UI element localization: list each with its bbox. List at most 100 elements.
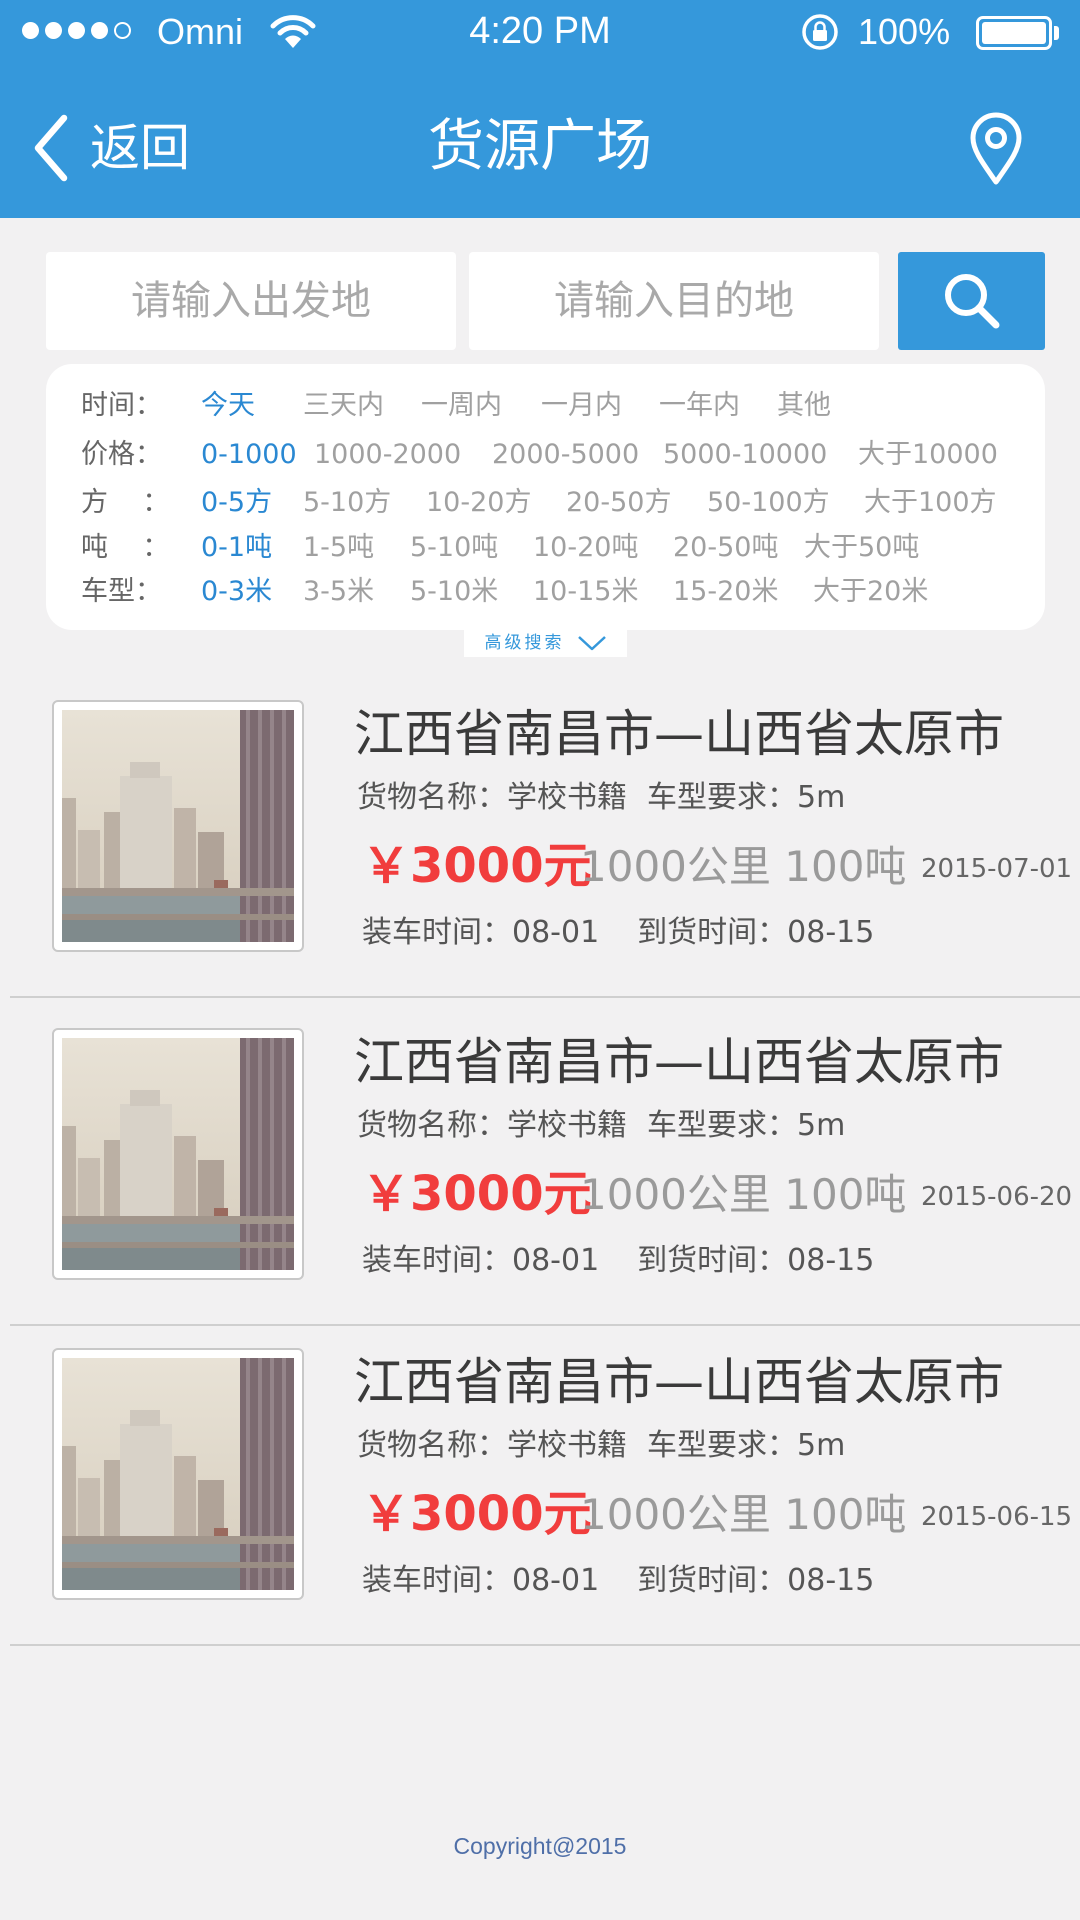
filter-option-time-today[interactable]: 今天 <box>201 384 255 428</box>
listing-weight: 100吨 <box>784 1170 907 1219</box>
filter-option-time-other[interactable]: 其他 <box>777 384 831 428</box>
search-bar <box>0 252 1080 352</box>
destination-input[interactable] <box>469 252 879 350</box>
header: Omni 4:20 PM 100% 返回 货源广场 <box>0 0 1080 218</box>
filter-label-weight: 吨 ： <box>81 532 170 563</box>
vehicle-requirement: 车型要求：5m <box>647 1428 846 1463</box>
filter-option-weight-6[interactable]: 大于50吨 <box>804 526 919 570</box>
filter-option-volume-1[interactable]: 0-5方 <box>201 481 272 525</box>
listing-card[interactable]: 江西省南昌市—山西省太原市 货物名称：学校书籍 车型要求：5m ￥3000元 10… <box>0 1318 1080 1646</box>
listing-cargo-info: 货物名称：学校书籍 车型要求：5m <box>357 1106 845 1146</box>
filter-option-weight-3[interactable]: 5-10吨 <box>410 526 498 570</box>
load-time: 装车时间：08-01 <box>362 915 600 950</box>
filter-option-price-1[interactable]: 0-1000 <box>201 433 297 477</box>
listing-distance: 1000公里 <box>580 842 771 891</box>
filter-option-time-week[interactable]: 一周内 <box>421 384 502 428</box>
search-button[interactable] <box>898 252 1045 350</box>
vehicle-requirement: 车型要求：5m <box>647 780 846 815</box>
filter-option-vehicle-1[interactable]: 0-3米 <box>201 570 272 614</box>
filter-row-price: 价格： 0-1000 1000-2000 2000-5000 5000-1000… <box>46 433 1045 477</box>
listing-route: 江西省南昌市—山西省太原市 <box>354 1353 1004 1411</box>
cargo-name: 货物名称：学校书籍 <box>357 780 627 815</box>
listing-date: 2015-07-01 <box>921 854 1073 884</box>
filter-label-vehicle: 车型： <box>81 576 162 607</box>
filter-option-weight-4[interactable]: 10-20吨 <box>533 526 638 570</box>
filter-option-price-4[interactable]: 5000-10000 <box>663 433 827 477</box>
filter-label-volume: 方 ： <box>81 487 170 518</box>
listing-cargo-info: 货物名称：学校书籍 车型要求：5m <box>357 778 845 818</box>
map-pin-icon[interactable] <box>968 112 1024 190</box>
listing-thumbnail <box>52 700 304 952</box>
city-photo-icon <box>62 710 294 942</box>
filter-option-vehicle-3[interactable]: 5-10米 <box>410 570 498 614</box>
listing-times: 装车时间：08-01 到货时间：08-15 <box>362 912 874 954</box>
city-photo-icon <box>62 1358 294 1590</box>
filter-panel: 时间： 今天 三天内 一周内 一月内 一年内 其他 价格： 0-1000 100… <box>46 364 1045 630</box>
listing-route: 江西省南昌市—山西省太原市 <box>354 705 1004 763</box>
filter-option-time-year[interactable]: 一年内 <box>659 384 740 428</box>
listing-times: 装车时间：08-01 到货时间：08-15 <box>362 1240 874 1282</box>
filter-label-time: 时间： <box>81 390 162 421</box>
filter-option-volume-4[interactable]: 20-50方 <box>566 481 671 525</box>
battery-tip <box>1054 26 1059 40</box>
filter-row-time: 时间： 今天 三天内 一周内 一月内 一年内 其他 <box>46 384 1045 428</box>
search-icon <box>944 274 999 329</box>
listing-date: 2015-06-20 <box>921 1182 1073 1212</box>
listing-distance-weight: 1000公里 100吨 <box>580 838 906 896</box>
copyright-footer: Copyright@2015 <box>453 1833 627 1859</box>
filter-option-volume-6[interactable]: 大于100方 <box>864 481 997 525</box>
listing-times: 装车时间：08-01 到货时间：08-15 <box>362 1560 874 1602</box>
filter-option-volume-5[interactable]: 50-100方 <box>707 481 830 525</box>
filter-option-price-2[interactable]: 1000-2000 <box>314 433 461 477</box>
filter-label-price: 价格： <box>81 439 162 470</box>
listing-distance: 1000公里 <box>580 1490 771 1539</box>
filter-option-time-month[interactable]: 一月内 <box>541 384 622 428</box>
advanced-search-label: 高级搜索 <box>484 633 565 653</box>
battery-percentage: 100% <box>858 11 951 52</box>
vehicle-requirement: 车型要求：5m <box>647 1108 846 1143</box>
city-photo-icon <box>62 1038 294 1270</box>
listing-thumbnail <box>52 1028 304 1280</box>
filter-option-vehicle-6[interactable]: 大于20米 <box>813 570 928 614</box>
listing-card[interactable]: 江西省南昌市—山西省太原市 货物名称：学校书籍 车型要求：5m ￥3000元 10… <box>0 998 1080 1326</box>
filter-row-weight: 吨 ： 0-1吨 1-5吨 5-10吨 10-20吨 20-50吨 大于50吨 <box>46 526 1045 570</box>
arrive-time: 到货时间：08-15 <box>637 915 875 950</box>
filter-row-volume: 方 ： 0-5方 5-10方 10-20方 20-50方 50-100方 大于1… <box>46 481 1045 525</box>
listing-price: ￥3000元 <box>362 1486 592 1542</box>
status-bar: Omni 4:20 PM 100% <box>0 0 1080 66</box>
filter-option-vehicle-4[interactable]: 10-15米 <box>533 570 638 614</box>
filter-option-vehicle-5[interactable]: 15-20米 <box>673 570 778 614</box>
listing-divider <box>10 1644 1080 1646</box>
listing-price: ￥3000元 <box>362 1166 592 1222</box>
battery-icon <box>976 16 1052 50</box>
cargo-name: 货物名称：学校书籍 <box>357 1428 627 1463</box>
listing-date: 2015-06-15 <box>921 1502 1073 1532</box>
listing-price: ￥3000元 <box>362 838 592 894</box>
filter-option-weight-1[interactable]: 0-1吨 <box>201 526 272 570</box>
listing-card[interactable]: 江西省南昌市—山西省太原市 货物名称：学校书籍 车型要求：5m ￥3000元 10… <box>0 670 1080 998</box>
listing-thumbnail <box>52 1348 304 1600</box>
listing-distance-weight: 1000公里 100吨 <box>580 1486 906 1544</box>
filter-row-vehicle: 车型： 0-3米 3-5米 5-10米 10-15米 15-20米 大于20米 <box>46 570 1045 614</box>
filter-option-time-3days[interactable]: 三天内 <box>303 384 384 428</box>
arrive-time: 到货时间：08-15 <box>637 1563 875 1598</box>
filter-option-volume-2[interactable]: 5-10方 <box>303 481 391 525</box>
listing-weight: 100吨 <box>784 842 907 891</box>
advanced-search-toggle[interactable]: 高级搜索 <box>464 629 627 657</box>
filter-option-weight-5[interactable]: 20-50吨 <box>673 526 778 570</box>
departure-input[interactable] <box>46 252 456 350</box>
load-time: 装车时间：08-01 <box>362 1563 600 1598</box>
listing-distance-weight: 1000公里 100吨 <box>580 1166 906 1224</box>
filter-option-vehicle-2[interactable]: 3-5米 <box>303 570 374 614</box>
rotation-lock-icon <box>800 12 840 56</box>
listing-weight: 100吨 <box>784 1490 907 1539</box>
page-title: 货源广场 <box>428 114 652 179</box>
cargo-name: 货物名称：学校书籍 <box>357 1108 627 1143</box>
load-time: 装车时间：08-01 <box>362 1243 600 1278</box>
filter-option-price-5[interactable]: 大于10000 <box>858 433 998 477</box>
arrive-time: 到货时间：08-15 <box>637 1243 875 1278</box>
chevron-down-icon <box>577 636 606 651</box>
filter-option-weight-2[interactable]: 1-5吨 <box>303 526 374 570</box>
filter-option-volume-3[interactable]: 10-20方 <box>426 481 531 525</box>
filter-option-price-3[interactable]: 2000-5000 <box>492 433 639 477</box>
